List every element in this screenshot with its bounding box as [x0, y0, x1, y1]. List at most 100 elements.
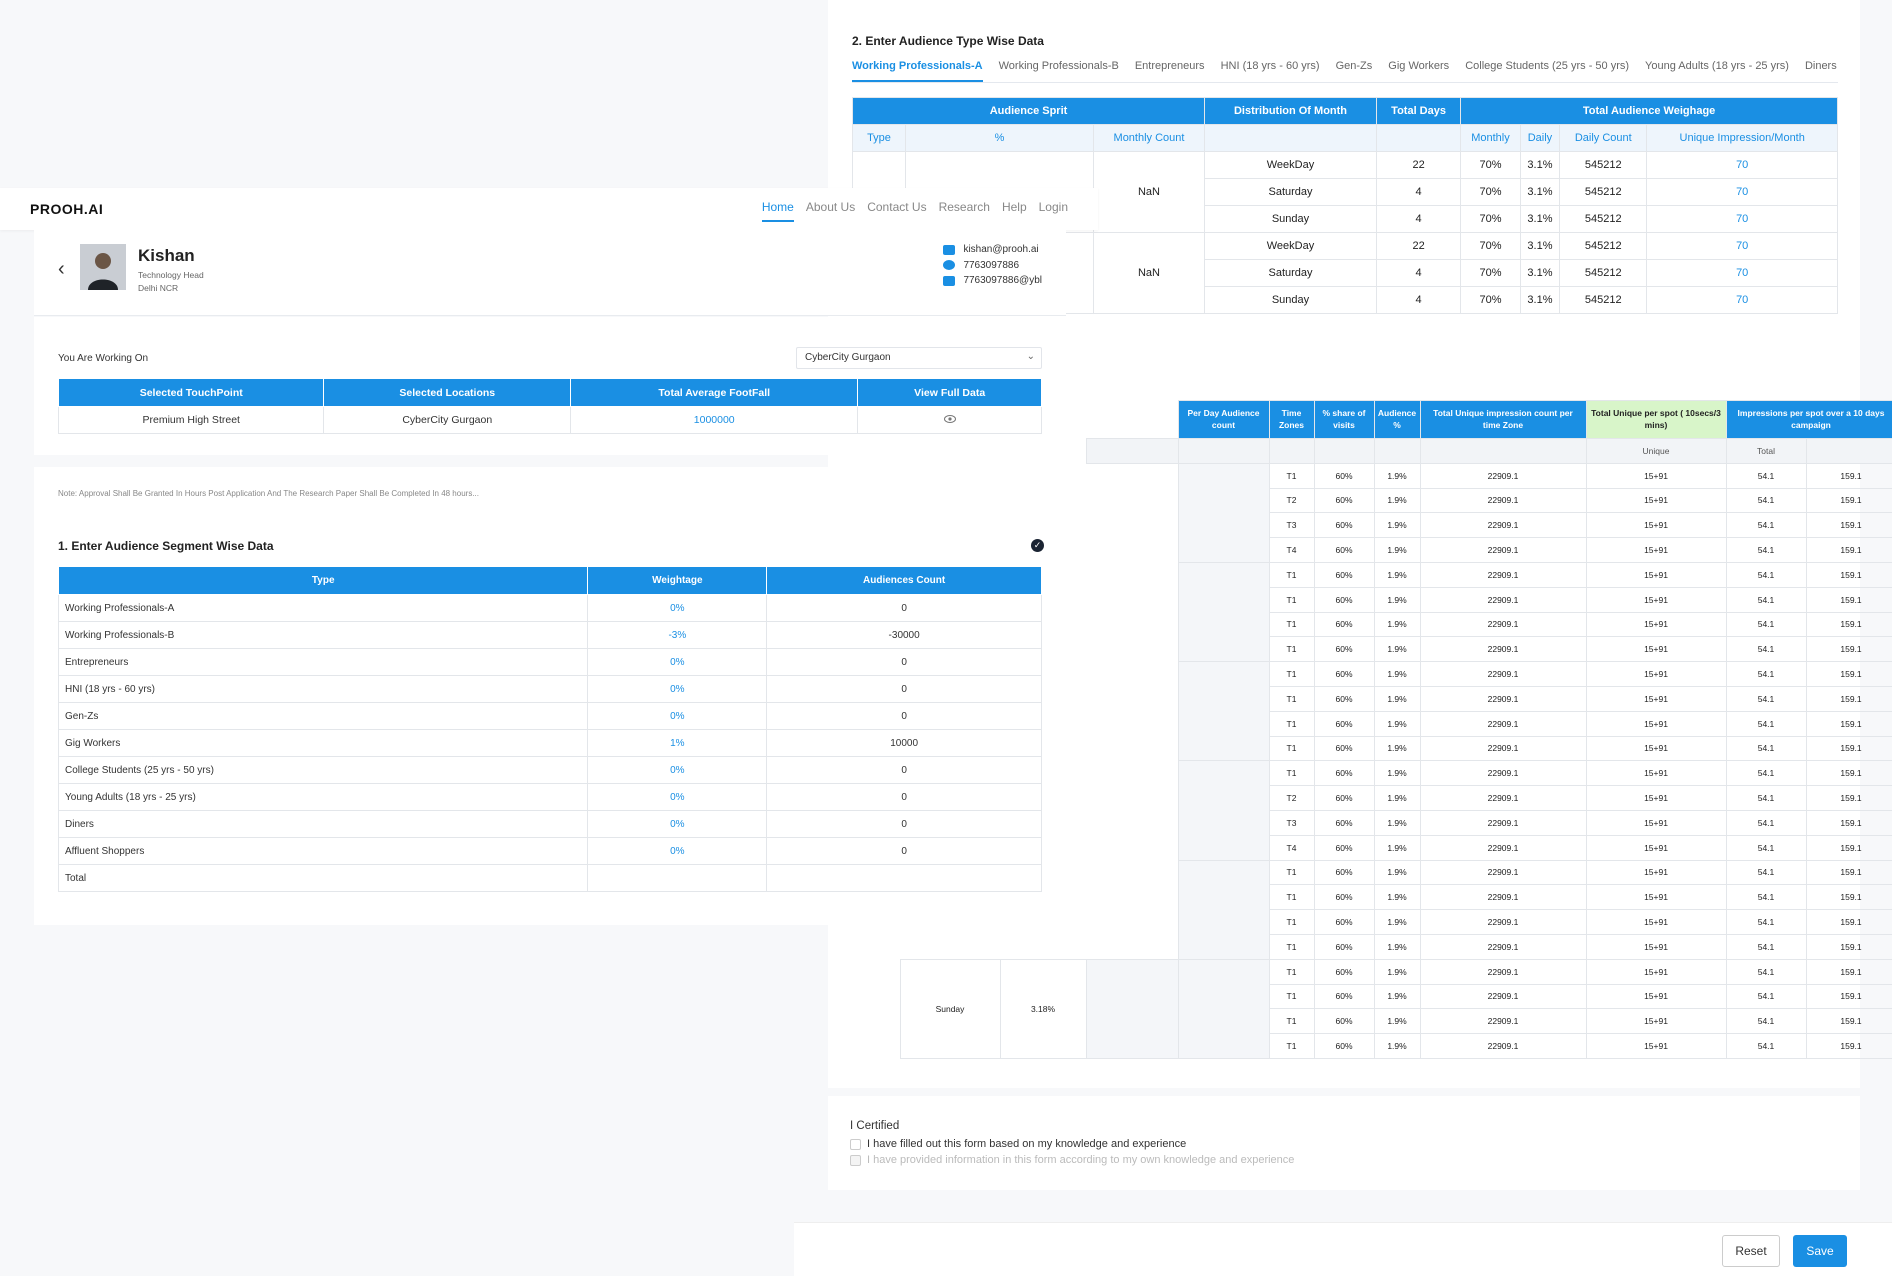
reset-button[interactable]: Reset [1722, 1235, 1780, 1267]
weightage-input[interactable]: 0% [587, 783, 768, 811]
nav-research[interactable]: Research [939, 200, 990, 222]
top-nav: PROOH.AI Home About Us Contact Us Resear… [0, 188, 1098, 230]
weightage-input[interactable]: 0% [587, 810, 768, 838]
weightage-input[interactable]: -3% [587, 621, 768, 649]
day-pct: 3.18% [999, 958, 1087, 1059]
day-label: Sunday [899, 958, 1001, 1059]
monthly-count: NaN [1093, 151, 1205, 233]
tab-audience-type[interactable]: Young Adults (18 yrs - 25 yrs) [1645, 60, 1789, 82]
sub-header: Daily Count [1559, 124, 1648, 152]
time-zone: T1 [1268, 760, 1315, 787]
phone-icon [943, 260, 956, 271]
col-view-data: View Full Data [857, 378, 1042, 407]
time-zone: T1 [1268, 661, 1315, 687]
time-zone: T1 [1268, 561, 1315, 588]
weightage-input[interactable]: 0% [587, 756, 768, 784]
weightage-input[interactable]: 1% [587, 729, 768, 757]
profile-location: Delhi NCR [138, 283, 179, 293]
touchpoint-table: Selected TouchPoint Selected Locations T… [57, 378, 1042, 434]
logo: PROOH.AI [30, 201, 104, 217]
certify-item-2: I have provided information in this form… [850, 1154, 1838, 1166]
tz-header: Impressions per spot over a 10 days camp… [1725, 400, 1892, 439]
tab-audience-type[interactable]: Working Professionals-B [999, 60, 1119, 82]
back-arrow-icon[interactable]: ‹ [58, 258, 65, 281]
segment-table: Type Weightage Audiences Count Working P… [57, 566, 1042, 892]
weightage-input[interactable]: 0% [587, 702, 768, 730]
weightage-input[interactable]: 0% [587, 594, 768, 622]
tab-audience-type[interactable]: Diners [1805, 60, 1837, 82]
weightage-input[interactable]: 0% [587, 675, 768, 703]
location-select[interactable]: CyberCity Gurgaon ⌄ [796, 347, 1042, 369]
table-row: NaN WeekDay 22 70% 3.1% 545212 70 [852, 151, 1838, 233]
checkbox [850, 1154, 861, 1166]
sub-header [1375, 124, 1462, 152]
time-zone: T1 [1268, 1033, 1315, 1059]
per-day-count [1177, 859, 1270, 960]
per-day-count [1177, 661, 1270, 762]
eye-icon[interactable] [857, 406, 1042, 434]
tab-audience-type[interactable]: HNI (18 yrs - 60 yrs) [1221, 60, 1320, 82]
nav-contact[interactable]: Contact Us [867, 200, 926, 222]
table-row: Entrepreneurs 0% 0 [57, 648, 1042, 676]
contact-email: kishan@prooh.ai [963, 244, 1039, 256]
tz-header: Total Unique impression count per time Z… [1419, 400, 1587, 439]
weightage-input[interactable]: 0% [587, 648, 768, 676]
time-zone: T1 [1268, 958, 1315, 985]
checkbox[interactable] [850, 1138, 861, 1150]
time-zone: T2 [1268, 487, 1315, 514]
tz-header: Time Zones [1268, 400, 1315, 439]
time-zone: T1 [1268, 859, 1315, 886]
monthly-count: NaN [1093, 232, 1205, 314]
table-row: Gig Workers 1% 10000 [57, 729, 1042, 757]
tz-header: Audience % [1373, 400, 1421, 439]
nav-menu: Home About Us Contact Us Research Help L… [761, 200, 1068, 222]
chevron-down-icon: ⌄ [1026, 351, 1035, 362]
tab-audience-type[interactable]: Gig Workers [1388, 60, 1449, 82]
front-panel: ‹ Kishan Technology Head Delhi NCR kisha… [34, 230, 1066, 925]
approval-note: Note: Approval Shall Be Granted In Hours… [58, 489, 479, 498]
tab-audience-type[interactable]: Gen-Zs [1336, 60, 1373, 82]
profile-header: ‹ Kishan Technology Head Delhi NCR kisha… [34, 230, 1066, 316]
time-zone: T1 [1268, 685, 1315, 712]
time-zone: T3 [1268, 512, 1315, 539]
col-weightage: Weightage [587, 566, 768, 595]
table-row: Premium High Street CyberCity Gurgaon 10… [57, 406, 1042, 434]
tab-audience-type[interactable]: Entrepreneurs [1135, 60, 1205, 82]
profile-role: Technology Head [138, 270, 204, 280]
segment-title: 1. Enter Audience Segment Wise Data [58, 539, 274, 553]
time-zone: T2 [1268, 785, 1315, 811]
table-row: Diners 0% 0 [57, 810, 1042, 838]
tz-header: Per Day Audience count [1177, 400, 1270, 439]
table-row: Affluent Shoppers 0% 0 [57, 837, 1042, 865]
certify-panel: I Certified I have filled out this form … [828, 1096, 1860, 1190]
table-row: Gen-Zs 0% 0 [57, 702, 1042, 730]
time-zone: T1 [1268, 636, 1315, 663]
time-zone: T1 [1268, 735, 1315, 762]
tz-header: Total Unique per spot ( 10secs/3 mins) [1585, 400, 1727, 439]
time-zone: T1 [1268, 933, 1315, 960]
tab-audience-type[interactable]: Working Professionals-A [852, 60, 983, 82]
col-touchpoint: Selected TouchPoint [57, 378, 325, 407]
total-row: Total [57, 864, 1042, 892]
contact-phone: 7763097886 [963, 259, 1020, 271]
table-row: HNI (18 yrs - 60 yrs) 0% 0 [57, 675, 1042, 703]
nav-help[interactable]: Help [1002, 200, 1027, 222]
time-zone: T1 [1268, 462, 1315, 489]
time-zone: T1 [1268, 611, 1315, 638]
sub-header: Daily [1519, 124, 1561, 152]
certify-item-1[interactable]: I have filled out this form based on my … [850, 1138, 1838, 1150]
tab-audience-type[interactable]: College Students (25 yrs - 50 yrs) [1465, 60, 1629, 82]
time-zone: T1 [1268, 884, 1315, 911]
col-type: Type [57, 566, 589, 595]
sub-header: Unique Impression/Month [1646, 124, 1838, 152]
table-row: Working Professionals-B -3% -30000 [57, 621, 1042, 649]
col-footfall: Total Average FootFall [570, 378, 859, 407]
weightage-input[interactable]: 0% [587, 837, 768, 865]
sub-unique: Unique [1585, 438, 1727, 464]
save-button[interactable]: Save [1793, 1235, 1847, 1267]
nav-about[interactable]: About Us [806, 200, 855, 222]
nav-login[interactable]: Login [1039, 200, 1068, 222]
nav-home[interactable]: Home [761, 200, 794, 222]
per-day-count [1177, 958, 1270, 1059]
check-icon: ✓ [1031, 539, 1044, 552]
